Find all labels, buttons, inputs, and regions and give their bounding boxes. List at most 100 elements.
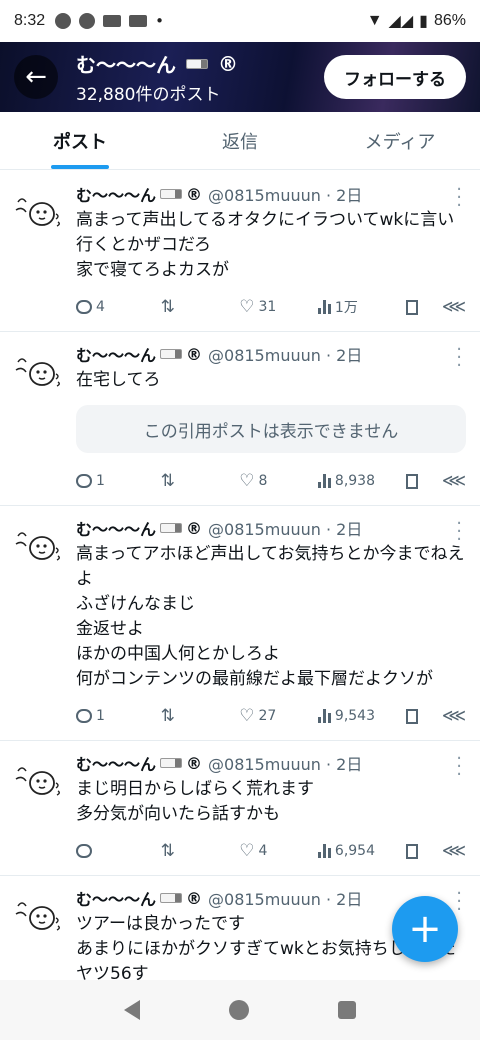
views-icon [317, 474, 331, 488]
views-button[interactable]: 6,954 [317, 843, 407, 859]
tab-media[interactable]: メディア [320, 112, 480, 169]
post-header: む〜〜〜ん ® @0815muuun · 2日 [76, 751, 466, 775]
bookmark-button[interactable] [406, 843, 441, 859]
avatar[interactable] [12, 753, 66, 807]
repost-icon: ⇅ [160, 470, 175, 491]
compose-button[interactable]: + [392, 896, 458, 962]
views-button[interactable]: 9,543 [317, 708, 407, 724]
like-button[interactable]: ♡ 31 [239, 296, 318, 317]
heart-icon: ♡ [239, 296, 255, 317]
post-text: まじ明日からしばらく荒れます 多分気が向いたら話すかも [76, 779, 314, 824]
more-options-icon[interactable]: · · · [456, 515, 462, 549]
repost-button[interactable]: ⇅ [160, 470, 240, 491]
reply-button[interactable] [76, 844, 161, 858]
app-icon [55, 13, 72, 29]
author-handle[interactable]: @0815muuun · 2日 [208, 182, 362, 206]
post-item[interactable]: む〜〜〜ん ® @0815muuun · 2日 在宅してろ この引用ポストは表示… [0, 332, 480, 506]
post-item[interactable]: む〜〜〜ん ® @0815muuun · 2日 高まって声出してるオタクにイラつ… [0, 172, 480, 332]
like-button[interactable]: ♡ 8 [239, 470, 318, 491]
nav-recents-icon[interactable] [337, 1001, 356, 1019]
share-button[interactable]: ⋘ [441, 840, 466, 861]
views-count: 8,938 [334, 473, 375, 489]
more-options-icon[interactable]: · · · [456, 341, 462, 375]
like-count: 31 [258, 299, 277, 315]
back-button[interactable]: ← [14, 55, 58, 99]
views-count: 9,543 [334, 708, 375, 724]
heart-icon: ♡ [239, 470, 255, 491]
bookmark-button[interactable] [406, 708, 441, 724]
nav-home-icon[interactable] [228, 1000, 249, 1020]
author-name[interactable]: む〜〜〜ん [76, 516, 156, 540]
post-body: む〜〜〜ん ® @0815muuun · 2日 まじ明日からしばらく荒れます 多分… [76, 751, 466, 875]
reply-icon [76, 300, 92, 314]
profile-tabs: ポスト 返信 メディア [0, 112, 480, 170]
more-options-icon[interactable]: · · · [456, 885, 462, 919]
follow-button[interactable]: フォローする [324, 55, 466, 99]
author-handle[interactable]: @0815muuun · 2日 [208, 886, 362, 910]
reply-button[interactable]: 1 [76, 473, 161, 489]
post-actions: 1 ⇅ ♡ 27 9,543 ⋘ [76, 692, 466, 740]
avatar[interactable] [12, 888, 66, 942]
author-name[interactable]: む〜〜〜ん [76, 886, 156, 910]
bookmark-icon [406, 473, 419, 489]
author-handle[interactable]: @0815muuun · 2日 [208, 516, 362, 540]
more-options-icon[interactable]: · · · [456, 750, 462, 784]
post-item[interactable]: む〜〜〜ん ® @0815muuun · 2日 高まってアホほど声出してお気持ち… [0, 506, 480, 741]
nav-back-icon[interactable] [124, 1000, 141, 1020]
header-text: む〜〜〜ん ® 32,880件のポスト [76, 49, 238, 106]
views-button[interactable]: 1万 [317, 297, 407, 317]
post-header: む〜〜〜ん ® @0815muuun · 2日 [76, 182, 466, 206]
post-actions: ⇅ ♡ 4 6,954 ⋘ [76, 827, 466, 875]
status-bar: 8:32 • ▼ ◢◢ ▮ 86% [0, 0, 480, 42]
share-button[interactable]: ⋘ [442, 298, 466, 316]
views-icon [317, 844, 331, 858]
share-button[interactable]: ⋘ [442, 707, 466, 725]
views-button[interactable]: 8,938 [317, 473, 407, 489]
post-actions: 4 ⇅ ♡ 31 1万 ⋘ [76, 283, 466, 331]
views-icon [317, 300, 331, 314]
views-count: 6,954 [334, 843, 375, 859]
registered-mark: ® [186, 184, 203, 204]
cigarette-emoji-icon [186, 58, 208, 69]
heart-icon: ♡ [239, 705, 255, 726]
cigarette-emoji-icon [160, 893, 183, 903]
author-name[interactable]: む〜〜〜ん [76, 182, 156, 206]
author-name[interactable]: む〜〜〜ん [76, 342, 156, 366]
post-actions: 1 ⇅ ♡ 8 8,938 ⋘ [76, 457, 466, 505]
registered-mark: ® [186, 753, 203, 773]
profile-header: ← む〜〜〜ん ® 32,880件のポスト フォローする [0, 42, 480, 112]
repost-button[interactable]: ⇅ [161, 707, 240, 725]
reply-icon [76, 709, 92, 723]
repost-button[interactable]: ⇅ [161, 298, 240, 316]
avatar[interactable] [12, 518, 66, 572]
repost-icon: ⇅ [160, 840, 175, 861]
repost-button[interactable]: ⇅ [160, 840, 240, 861]
more-options-icon[interactable]: · · · [456, 181, 462, 215]
bookmark-icon [406, 843, 419, 859]
avatar[interactable] [12, 184, 66, 238]
like-button[interactable]: ♡ 4 [239, 842, 318, 860]
author-handle[interactable]: @0815muuun · 2日 [208, 751, 362, 775]
bookmark-button[interactable] [406, 473, 441, 489]
tab-posts[interactable]: ポスト [0, 112, 160, 169]
line-icon [79, 13, 96, 29]
post-body: む〜〜〜ん ® @0815muuun · 2日 高まってアホほど声出してお気持ち… [76, 516, 466, 740]
share-icon: ⋘ [441, 840, 466, 861]
avatar[interactable] [12, 344, 66, 398]
like-button[interactable]: ♡ 27 [239, 705, 318, 726]
bookmark-button[interactable] [406, 299, 441, 315]
share-button[interactable]: ⋘ [442, 472, 466, 490]
author-name[interactable]: む〜〜〜ん [76, 751, 156, 775]
views-icon [317, 709, 331, 723]
cigarette-emoji-icon [160, 349, 183, 359]
post-text: 在宅してろ [76, 370, 161, 390]
system-status: ▼ ◢◢ ▮ 86% [367, 11, 466, 31]
tab-replies[interactable]: 返信 [160, 112, 320, 169]
reply-button[interactable]: 1 [76, 708, 161, 724]
post-count: 32,880件のポスト [76, 85, 221, 105]
post-item[interactable]: む〜〜〜ん ® @0815muuun · 2日 まじ明日からしばらく荒れます 多分… [0, 741, 480, 876]
reply-button[interactable]: 4 [76, 299, 161, 315]
system-nav-bar [0, 980, 480, 1040]
cigarette-emoji-icon [160, 523, 183, 533]
author-handle[interactable]: @0815muuun · 2日 [208, 342, 362, 366]
